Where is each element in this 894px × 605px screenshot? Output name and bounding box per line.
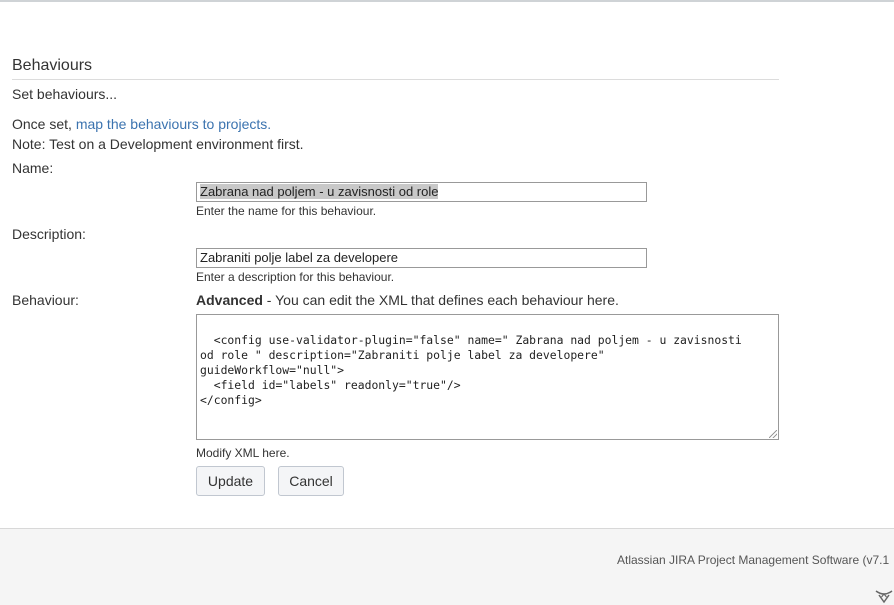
atlassian-logo-icon	[875, 590, 893, 604]
once-set-line: Once set, map the behaviours to projects…	[12, 116, 271, 132]
description-label: Description:	[12, 226, 86, 242]
note-text: Note: Test on a Development environment …	[12, 136, 304, 152]
update-button[interactable]: Update	[196, 466, 265, 496]
name-hint: Enter the name for this behaviour.	[196, 204, 377, 218]
xml-textarea[interactable]: <config use-validator-plugin="false" nam…	[196, 314, 779, 440]
description-hint: Enter a description for this behaviour.	[196, 270, 395, 284]
xml-hint: Modify XML here.	[196, 446, 290, 460]
name-input[interactable]: Zabrana nad poljem - u zavisnosti od rol…	[196, 182, 647, 202]
advanced-bold: Advanced	[196, 292, 263, 308]
once-set-prefix: Once set,	[12, 116, 76, 132]
behaviour-label: Behaviour:	[12, 292, 79, 308]
subtitle: Set behaviours...	[12, 86, 118, 102]
description-input[interactable]: Zabraniti polje label za developere	[196, 248, 647, 268]
footer-text: Atlassian JIRA Project Management Softwa…	[617, 553, 890, 567]
resize-grip-icon[interactable]	[769, 430, 777, 438]
cancel-button[interactable]: Cancel	[278, 466, 344, 496]
name-label: Name:	[12, 160, 54, 176]
footer: Atlassian JIRA Project Management Softwa…	[0, 528, 894, 605]
top-border	[0, 0, 894, 2]
description-input-value: Zabraniti polje label za developere	[200, 250, 399, 265]
advanced-text: - You can edit the XML that defines each…	[262, 292, 619, 308]
name-input-value: Zabrana nad poljem - u zavisnosti od rol…	[200, 184, 439, 199]
xml-content: <config use-validator-plugin="false" nam…	[200, 333, 742, 407]
page-title: Behaviours	[12, 57, 779, 80]
advanced-info: Advanced - You can edit the XML that def…	[196, 292, 619, 308]
map-behaviours-link[interactable]: map the behaviours to projects.	[76, 116, 271, 132]
